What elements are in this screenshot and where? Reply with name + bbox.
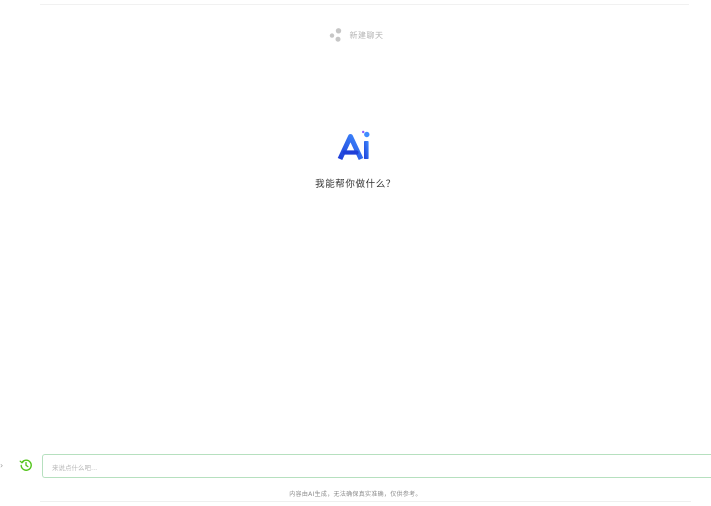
bottom-divider bbox=[40, 501, 691, 502]
new-chat-button[interactable]: 新建聊天 bbox=[328, 27, 384, 43]
history-button[interactable] bbox=[19, 458, 33, 472]
top-divider bbox=[40, 4, 689, 5]
message-input[interactable] bbox=[43, 457, 711, 477]
collapse-caret-icon[interactable]: › bbox=[0, 462, 3, 470]
message-input-box bbox=[42, 454, 711, 478]
welcome-section: 我能帮你做什么？ bbox=[0, 128, 711, 190]
ai-disclaimer: 内容由AI生成，无法确保真实准确，仅供参考。 bbox=[289, 491, 422, 498]
chat-app: 新建聊天 我能帮你做什么？ › 内容由AI生成，无法 bbox=[0, 0, 711, 506]
header: 新建聊天 bbox=[0, 25, 711, 45]
history-icon bbox=[19, 459, 32, 471]
greeting-text: 我能帮你做什么？ bbox=[315, 179, 396, 190]
ai-logo-icon bbox=[337, 130, 369, 161]
new-chat-icon bbox=[329, 28, 341, 42]
new-chat-label: 新建聊天 bbox=[349, 30, 384, 40]
